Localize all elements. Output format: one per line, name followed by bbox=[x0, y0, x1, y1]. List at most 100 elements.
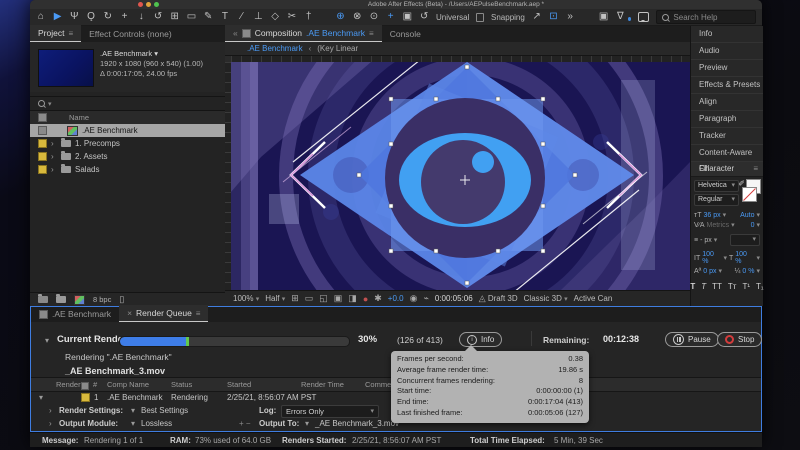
show-snapshot-icon[interactable]: ⌁ bbox=[423, 293, 428, 304]
tab-composition[interactable]: « Composition .AE Benchmark ≡ bbox=[225, 25, 382, 42]
leading-value[interactable]: Auto bbox=[740, 212, 754, 219]
expand-chevron-icon[interactable]: › bbox=[49, 419, 52, 428]
project-row-assets[interactable]: › 2. Assets bbox=[30, 150, 225, 163]
baseline-shift-value[interactable]: 0 px bbox=[703, 268, 716, 275]
panel-menu-icon[interactable]: ≡ bbox=[753, 162, 758, 176]
expand-chevron-icon[interactable]: › bbox=[51, 165, 57, 174]
view-axis-mode-icon[interactable]: ⊙ bbox=[369, 9, 379, 25]
node-tool-icon[interactable]: ↗ bbox=[532, 9, 542, 25]
tab-project[interactable]: Project ≡ bbox=[30, 25, 81, 42]
dropdown-arrow-icon[interactable]: ▾ bbox=[131, 419, 135, 428]
panel-info[interactable]: Info bbox=[691, 26, 763, 43]
font-style-dropdown[interactable]: Regular▾ bbox=[694, 194, 739, 206]
orbit-camera-tool-icon[interactable]: ↻ bbox=[103, 9, 113, 25]
local-axis-mode-icon[interactable]: ⊕ bbox=[336, 9, 346, 25]
output-module-value[interactable]: Lossless bbox=[141, 419, 172, 428]
col-status[interactable]: Status bbox=[171, 380, 192, 389]
channel-icon[interactable]: ● bbox=[363, 294, 368, 304]
snapshot-camera-icon[interactable]: ◉ bbox=[410, 293, 418, 304]
composition-viewport[interactable] bbox=[231, 62, 690, 290]
row-collapse-icon[interactable]: ▾ bbox=[39, 393, 43, 402]
row-label-swatch[interactable] bbox=[81, 393, 90, 404]
panel-menu-icon[interactable]: ≡ bbox=[369, 29, 374, 38]
view-dropdown[interactable]: Active Can bbox=[574, 294, 613, 303]
expand-chevron-icon[interactable]: › bbox=[51, 152, 57, 161]
brush-tool-icon[interactable]: ∕ bbox=[237, 9, 247, 25]
pan-camera-tool-icon[interactable]: + bbox=[120, 9, 130, 25]
panel-preview[interactable]: Preview bbox=[691, 60, 763, 77]
resolution-dropdown[interactable]: Half ▾ bbox=[265, 294, 285, 303]
add-shape-icon[interactable]: + bbox=[386, 9, 396, 25]
tab-console[interactable]: Console bbox=[382, 26, 429, 42]
col-render-time[interactable]: Render Time bbox=[301, 380, 344, 389]
col-num[interactable]: # bbox=[93, 380, 97, 389]
panel-audio[interactable]: Audio bbox=[691, 43, 763, 60]
expand-chevron-icon[interactable]: › bbox=[51, 139, 57, 148]
rotation-tool-icon[interactable]: ↺ bbox=[153, 9, 163, 25]
col-started[interactable]: Started bbox=[227, 380, 251, 389]
current-time[interactable]: 0:00:05:06 bbox=[435, 294, 473, 303]
new-folder-icon[interactable] bbox=[56, 296, 66, 303]
tab-ae-benchmark-timeline[interactable]: .AE Benchmark bbox=[31, 306, 119, 322]
collapse-icon[interactable]: « bbox=[233, 28, 238, 38]
beta-flask-icon[interactable]: ∇ bbox=[616, 9, 626, 25]
pause-button[interactable]: Pause bbox=[665, 332, 719, 347]
exposure-gear-icon[interactable]: ✱ bbox=[374, 293, 382, 304]
color-depth-button[interactable]: 8 bpc bbox=[93, 295, 111, 304]
kerning-arrow-icon[interactable]: ▾ bbox=[731, 221, 735, 229]
grid-options-icon[interactable]: ⊞ bbox=[291, 293, 299, 304]
expand-chevron-icon[interactable]: › bbox=[49, 406, 52, 415]
faux-italic-button[interactable]: T bbox=[701, 282, 706, 291]
stop-button[interactable]: Stop bbox=[717, 332, 762, 347]
magnification-dropdown[interactable]: 100% ▾ bbox=[233, 294, 259, 303]
panel-menu-icon[interactable]: ≡ bbox=[68, 29, 73, 38]
eraser-tool-icon[interactable]: ◇ bbox=[270, 9, 280, 25]
stroke-color-swatch[interactable] bbox=[742, 187, 757, 202]
project-row-precomps[interactable]: › 1. Precomps bbox=[30, 137, 225, 150]
subscript-button[interactable]: T₁ bbox=[756, 282, 764, 291]
leading-arrow-icon[interactable]: ▾ bbox=[756, 211, 760, 219]
render-preview-icon[interactable]: ▣ bbox=[599, 9, 609, 25]
panel-align[interactable]: Align bbox=[691, 94, 763, 111]
home-tool-icon[interactable]: ⌂ bbox=[36, 9, 46, 25]
panel-tracker[interactable]: Tracker bbox=[691, 128, 763, 145]
renderer-dropdown[interactable]: Classic 3D ▾ bbox=[524, 294, 568, 303]
tsume-value[interactable]: 0 % bbox=[742, 268, 754, 275]
tracking-value[interactable]: 0 bbox=[751, 222, 755, 229]
view-layout-icon[interactable]: ◨ bbox=[348, 293, 357, 304]
close-tab-icon[interactable]: × bbox=[127, 308, 132, 318]
snapping-label[interactable]: Snapping bbox=[491, 13, 525, 22]
roto-brush-tool-icon[interactable]: ✂ bbox=[287, 9, 297, 25]
pen-tool-icon[interactable]: ✎ bbox=[203, 9, 213, 25]
name-column-header[interactable]: Name bbox=[69, 113, 89, 122]
tab-render-queue[interactable]: × Render Queue ≡ bbox=[119, 305, 208, 322]
draft-3d-toggle[interactable]: ◬ Draft 3D bbox=[479, 293, 518, 304]
rectangle-tool-icon[interactable]: ▭ bbox=[187, 9, 197, 25]
stroke-width-value[interactable]: - px bbox=[700, 237, 712, 244]
font-family-dropdown[interactable]: Helvetica▾ bbox=[694, 180, 739, 192]
selection-tool-icon[interactable]: ▶ bbox=[53, 9, 63, 25]
panel-effects-presets[interactable]: Effects & Presets bbox=[691, 77, 763, 94]
dropdown-arrow-icon[interactable]: ▾ bbox=[131, 406, 135, 415]
col-render[interactable]: Render bbox=[56, 380, 81, 389]
interpret-footage-icon[interactable] bbox=[38, 296, 48, 303]
search-help-field[interactable]: Search Help bbox=[656, 10, 756, 24]
hand-tool-icon[interactable]: Ψ bbox=[69, 9, 79, 25]
horizontal-scale-value[interactable]: 100 % bbox=[735, 251, 754, 265]
label-column-icon[interactable] bbox=[38, 113, 47, 122]
reset-rotation-icon[interactable]: ↺ bbox=[419, 9, 429, 25]
exposure-value[interactable]: +0.0 bbox=[388, 294, 404, 303]
new-composition-icon[interactable] bbox=[74, 295, 85, 305]
tab-effect-controls[interactable]: Effect Controls (none) bbox=[81, 26, 180, 42]
mask-mode-icon[interactable]: ▣ bbox=[403, 9, 413, 25]
tracking-arrow-icon[interactable]: ▾ bbox=[756, 221, 760, 229]
pan-behind-tool-icon[interactable]: ⊞ bbox=[170, 9, 180, 25]
zoom-tool-icon[interactable]: Ǫ bbox=[86, 9, 96, 25]
transparency-grid-icon[interactable]: ▣ bbox=[334, 293, 343, 304]
output-to-value[interactable]: _AE Benchmark_3.mov bbox=[315, 419, 399, 428]
project-row-comp[interactable]: .AE Benchmark bbox=[30, 124, 225, 137]
render-settings-value[interactable]: Best Settings bbox=[141, 406, 188, 415]
font-size-value[interactable]: 36 px bbox=[703, 212, 720, 219]
breadcrumb-back-icon[interactable]: ‹ bbox=[309, 44, 312, 53]
panel-menu-icon[interactable]: ≡ bbox=[196, 309, 201, 318]
